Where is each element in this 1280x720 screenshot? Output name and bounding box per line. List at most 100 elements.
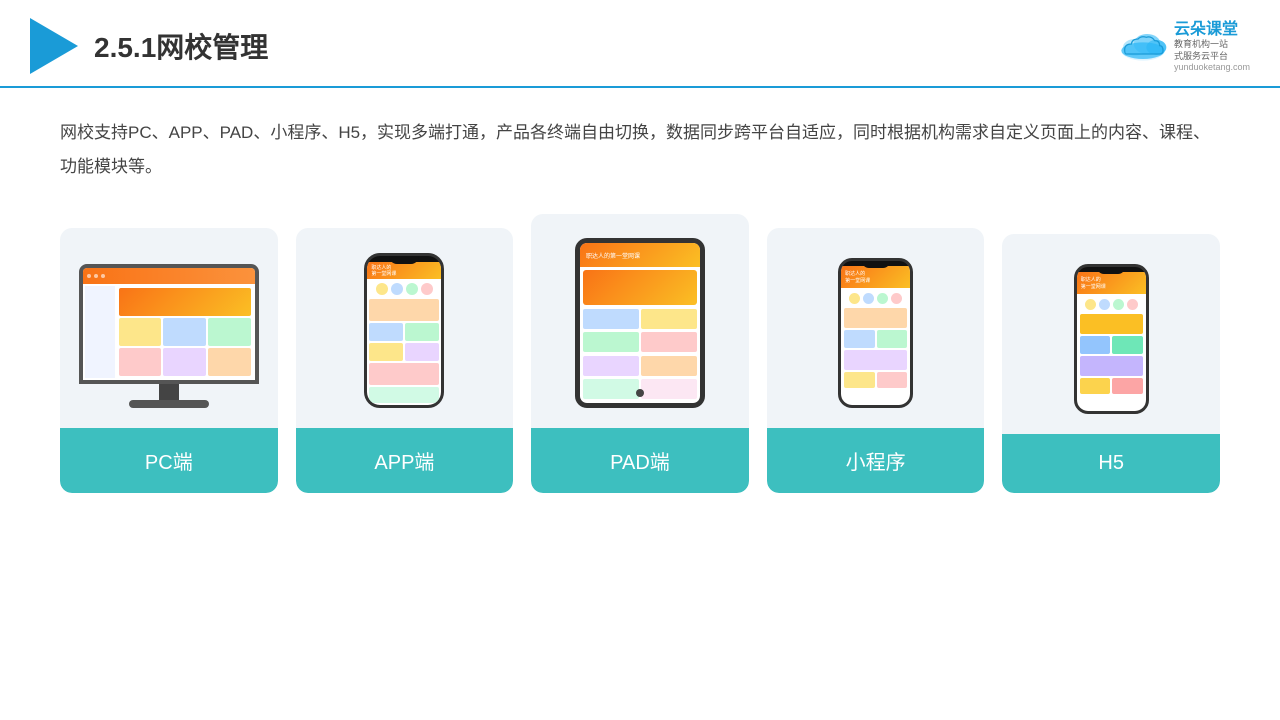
tablet-screen: 职达人的第一堂网课 [580,243,700,403]
app-card-5 [405,343,439,361]
main-content: 网校支持PC、APP、PAD、小程序、H5，实现多端打通，产品各终端自由切换，数… [0,88,1280,513]
h5-card: 职达人的第一堂网课 [1002,234,1220,493]
screen-banner [119,288,251,316]
miniapp-icon-2 [863,293,874,304]
app-card-6 [369,363,439,385]
h5-card-6 [1112,378,1143,394]
app-card-1 [369,299,439,321]
h5-header: 职达人的第一堂网课 [1077,272,1146,294]
tablet-card-8 [641,379,697,399]
cloud-icon [1118,29,1168,64]
app-card-7 [369,387,439,403]
app-phone-mockup: 职达人的第一堂网课 [364,253,444,408]
app-row-5 [369,387,439,403]
app-phone-body: 职达人的第一堂网课 [364,253,444,408]
tablet-home-btn [636,389,644,397]
pad-image-area: 职达人的第一堂网课 [559,214,721,428]
screen-grid [119,318,251,376]
app-content [367,279,441,405]
screen-main [117,286,253,378]
screen-dot-3 [101,274,105,278]
tablet-card-6 [641,356,697,376]
h5-card-3 [1112,336,1143,354]
tablet-card-5 [583,356,639,376]
app-screen-header: 职达人的第一堂网课 [367,262,441,279]
miniapp-icon-3 [877,293,888,304]
app-row-3 [369,343,439,361]
tablet-card-1 [583,309,639,329]
app-image-area: 职达人的第一堂网课 [348,228,460,428]
miniapp-icon-4 [891,293,902,304]
miniapp-header: 职达人的第一堂网课 [841,266,910,288]
h5-image-area: 职达人的第一堂网课 [1058,234,1165,434]
h5-icon-4 [1127,299,1138,310]
monitor-screen [83,268,255,380]
pad-card: 职达人的第一堂网课 [531,214,749,493]
h5-icons [1080,297,1143,312]
app-label: APP端 [296,428,514,493]
app-card-3 [405,323,439,341]
app-notch [389,256,419,264]
h5-phone-mockup: 职达人的第一堂网课 [1074,264,1149,414]
tablet-banner [583,270,697,305]
tablet-screen-header: 职达人的第一堂网课 [580,243,700,267]
app-row-1 [369,299,439,321]
app-card-4 [369,343,403,361]
h5-card-2 [1080,336,1111,354]
tablet-grid [583,309,697,400]
miniapp-row [844,330,907,348]
brand-name: 云朵课堂 [1174,20,1238,39]
tablet-body: 职达人的第一堂网课 [575,238,705,408]
miniapp-card-3 [877,330,908,348]
header: 2.5.1网校管理 云朵课堂 教育机构一站式服务云平台 yunduoketang… [0,0,1280,88]
h5-label: H5 [1002,434,1220,493]
miniapp-card: 职达人的第一堂网课 [767,228,985,493]
h5-card-4 [1080,356,1143,376]
app-card-2 [369,323,403,341]
pc-mockup [79,264,259,408]
miniapp-image-area: 职达人的第一堂网课 [822,228,929,428]
miniapp-card-1 [844,308,907,328]
tablet-content [580,267,700,403]
pc-card: PC端 [60,228,278,493]
miniapp-phone-body: 职达人的第一堂网课 [838,258,913,408]
screen-card-2 [163,318,206,346]
miniapp-icon-1 [849,293,860,304]
pc-label: PC端 [60,428,278,493]
app-icon-4 [421,283,433,295]
h5-content [1077,294,1146,411]
miniapp-card-6 [877,372,908,388]
screen-topbar [83,268,255,284]
cloud-logo: 云朵课堂 教育机构一站式服务云平台 yunduoketang.com [1118,20,1250,73]
h5-icon-1 [1085,299,1096,310]
header-right: 云朵课堂 教育机构一站式服务云平台 yunduoketang.com [1118,20,1250,73]
h5-screen: 职达人的第一堂网课 [1077,272,1146,411]
miniapp-card-2 [844,330,875,348]
logo-triangle [30,18,78,74]
screen-sidebar [85,286,115,378]
h5-row [1080,336,1143,354]
miniapp-notch [862,261,890,268]
miniapp-phone-mockup: 职达人的第一堂网课 [838,258,913,408]
screen-card-4 [119,348,162,376]
pad-label: PAD端 [531,428,749,493]
page-title: 2.5.1网校管理 [94,26,268,66]
tablet-card-7 [583,379,639,399]
h5-row2 [1080,378,1143,394]
miniapp-card-4 [844,350,907,370]
miniapp-icons [844,291,907,306]
app-header-text: 职达人的第一堂网课 [371,265,396,277]
miniapp-label: 小程序 [767,428,985,493]
tablet-card-2 [641,309,697,329]
app-card: 职达人的第一堂网课 [296,228,514,493]
screen-card-1 [119,318,162,346]
miniapp-row2 [844,372,907,388]
description-text: 网校支持PC、APP、PAD、小程序、H5，实现多端打通，产品各终端自由切换，数… [60,116,1220,184]
screen-card-3 [208,318,251,346]
miniapp-header-text: 职达人的第一堂网课 [845,270,870,284]
tablet-card-4 [641,332,697,352]
screen-body [83,284,255,380]
h5-notch [1097,267,1125,274]
cards-row: PC端 职达人的第一堂网课 [60,214,1220,493]
miniapp-card-5 [844,372,875,388]
